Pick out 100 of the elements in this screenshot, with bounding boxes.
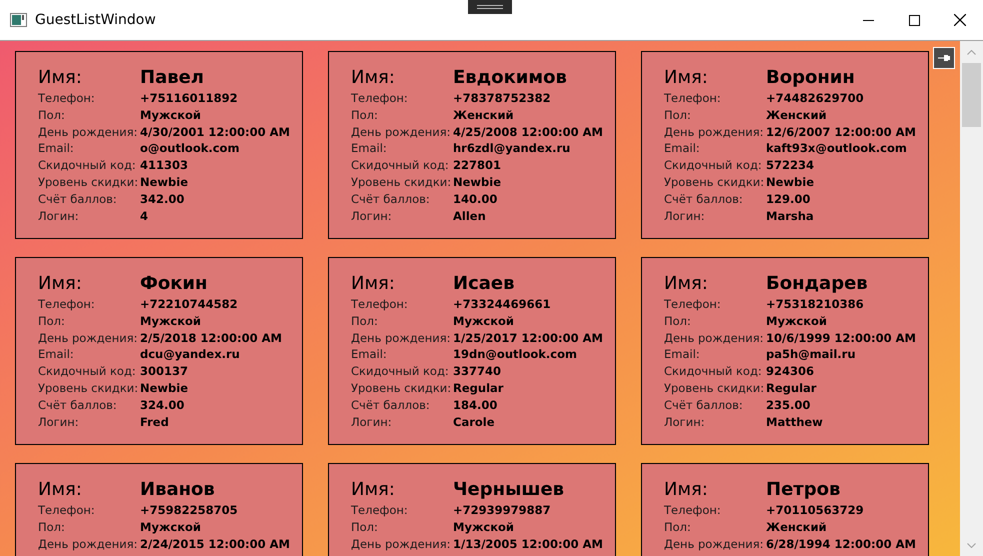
field-label: Счёт баллов:	[664, 396, 744, 414]
guest-name: Бондарев	[766, 272, 869, 296]
field-label: Имя:	[38, 272, 83, 296]
field-value: Мужской	[140, 518, 202, 536]
field-label: Скидочный код:	[38, 157, 137, 174]
field-label: Телефон:	[38, 502, 96, 519]
field-value: 342.00	[140, 190, 186, 208]
field-label: Пол:	[351, 518, 379, 536]
field-label: Счёт баллов:	[38, 190, 118, 208]
field-value: hr6zdl@yandex.ru	[453, 140, 572, 158]
field-label: Телефон:	[664, 296, 722, 313]
field-value: +72210744582	[140, 296, 239, 313]
field-value: 19dn@outlook.com	[453, 346, 578, 364]
guest-name: Иванов	[140, 478, 216, 502]
field-label: Email:	[664, 346, 701, 364]
field-value: 6/28/1994 12:00:00 AM	[766, 536, 917, 552]
field-value: kaft93x@outlook.com	[766, 140, 908, 158]
close-icon	[954, 14, 966, 26]
field-value: 4/25/2008 12:00:00 AM	[453, 124, 604, 140]
field-label: День рождения:	[38, 536, 139, 552]
field-label: Уровень скидки:	[351, 380, 452, 397]
field-label: Логин:	[664, 208, 706, 224]
field-label: Скидочный код:	[38, 363, 137, 380]
field-label: Имя:	[38, 66, 83, 90]
field-label: Пол:	[664, 106, 692, 124]
scrollbar[interactable]	[960, 41, 983, 556]
field-label: Уровень скидки:	[38, 174, 140, 191]
field-value: Regular	[453, 380, 504, 397]
field-value: 411303	[140, 157, 190, 174]
field-value: Matthew	[766, 414, 824, 430]
chevron-down-icon	[967, 542, 976, 548]
field-value: 129.00	[766, 190, 812, 208]
field-value: Newbie	[140, 174, 190, 191]
field-label: Имя:	[351, 66, 396, 90]
field-label: Телефон:	[351, 296, 409, 313]
field-value: 572234	[766, 157, 816, 174]
field-value: o@outlook.com	[140, 140, 240, 158]
field-value: +75982258705	[140, 502, 239, 519]
scroll-thumb[interactable]	[962, 63, 981, 127]
field-value: +72939979887	[453, 502, 552, 519]
field-value: Regular	[766, 380, 818, 397]
field-value: 1/13/2005 12:00:00 AM	[453, 536, 604, 552]
field-value: dcu@yandex.ru	[140, 346, 241, 364]
field-label: Телефон:	[664, 90, 722, 107]
field-label: Email:	[351, 140, 388, 158]
field-value: Carole	[453, 414, 496, 430]
field-label: Телефон:	[38, 296, 96, 313]
field-label: Имя:	[38, 478, 83, 502]
field-label: День рождения:	[351, 124, 452, 140]
field-value: +74482629700	[766, 90, 865, 107]
pin-icon	[938, 55, 950, 61]
field-label: Пол:	[38, 312, 66, 330]
field-value: Мужской	[453, 312, 515, 330]
app-icon	[10, 13, 27, 27]
field-value: Allen	[453, 208, 487, 224]
field-value: +75318210386	[766, 296, 865, 313]
field-label: Счёт баллов:	[38, 396, 118, 414]
field-value: Мужской	[766, 312, 828, 330]
field-value: Женский	[766, 518, 828, 536]
field-label: День рождения:	[38, 330, 139, 346]
field-value: 235.00	[766, 396, 812, 414]
field-label: Email:	[351, 346, 388, 364]
field-label: Скидочный код:	[664, 157, 763, 174]
field-value: Мужской	[140, 312, 202, 330]
field-value: 2/5/2018 12:00:00 AM	[140, 330, 283, 346]
field-value: Newbie	[453, 174, 502, 191]
field-value: +78378752382	[453, 90, 552, 107]
field-label: Уровень скидки:	[664, 174, 766, 191]
field-label: Пол:	[351, 106, 379, 124]
field-label: Логин:	[664, 414, 706, 430]
drag-handle[interactable]	[468, 0, 512, 14]
field-label: Email:	[38, 140, 75, 158]
field-label: Имя:	[664, 478, 709, 502]
guest-name: Петров	[766, 478, 842, 502]
field-value: 227801	[453, 157, 502, 174]
field-label: Скидочный код:	[664, 363, 763, 380]
field-label: Пол:	[351, 312, 379, 330]
field-label: День рождения:	[351, 330, 452, 346]
field-value: Newbie	[140, 380, 190, 397]
field-label: Телефон:	[38, 90, 96, 107]
field-label: Логин:	[351, 414, 393, 430]
field-label: День рождения:	[351, 536, 452, 552]
field-label: Пол:	[38, 518, 66, 536]
field-label: Телефон:	[351, 502, 409, 519]
field-label: Логин:	[351, 208, 393, 224]
field-label: Уровень скидки:	[38, 380, 140, 397]
field-label: Телефон:	[351, 90, 409, 107]
field-value: Женский	[453, 106, 515, 124]
field-label: День рождения:	[38, 124, 139, 140]
field-value: Мужской	[140, 106, 202, 124]
pin-button[interactable]	[933, 47, 955, 69]
field-value: 337740	[453, 363, 502, 380]
field-value: +70110563729	[766, 502, 865, 519]
field-label: Имя:	[664, 66, 709, 90]
field-value: 1/25/2017 12:00:00 AM	[453, 330, 604, 346]
field-label: Счёт баллов:	[351, 396, 431, 414]
field-label: Имя:	[351, 272, 396, 296]
field-label: Имя:	[664, 272, 709, 296]
field-label: Логин:	[38, 208, 80, 224]
field-label: Уровень скидки:	[664, 380, 766, 397]
